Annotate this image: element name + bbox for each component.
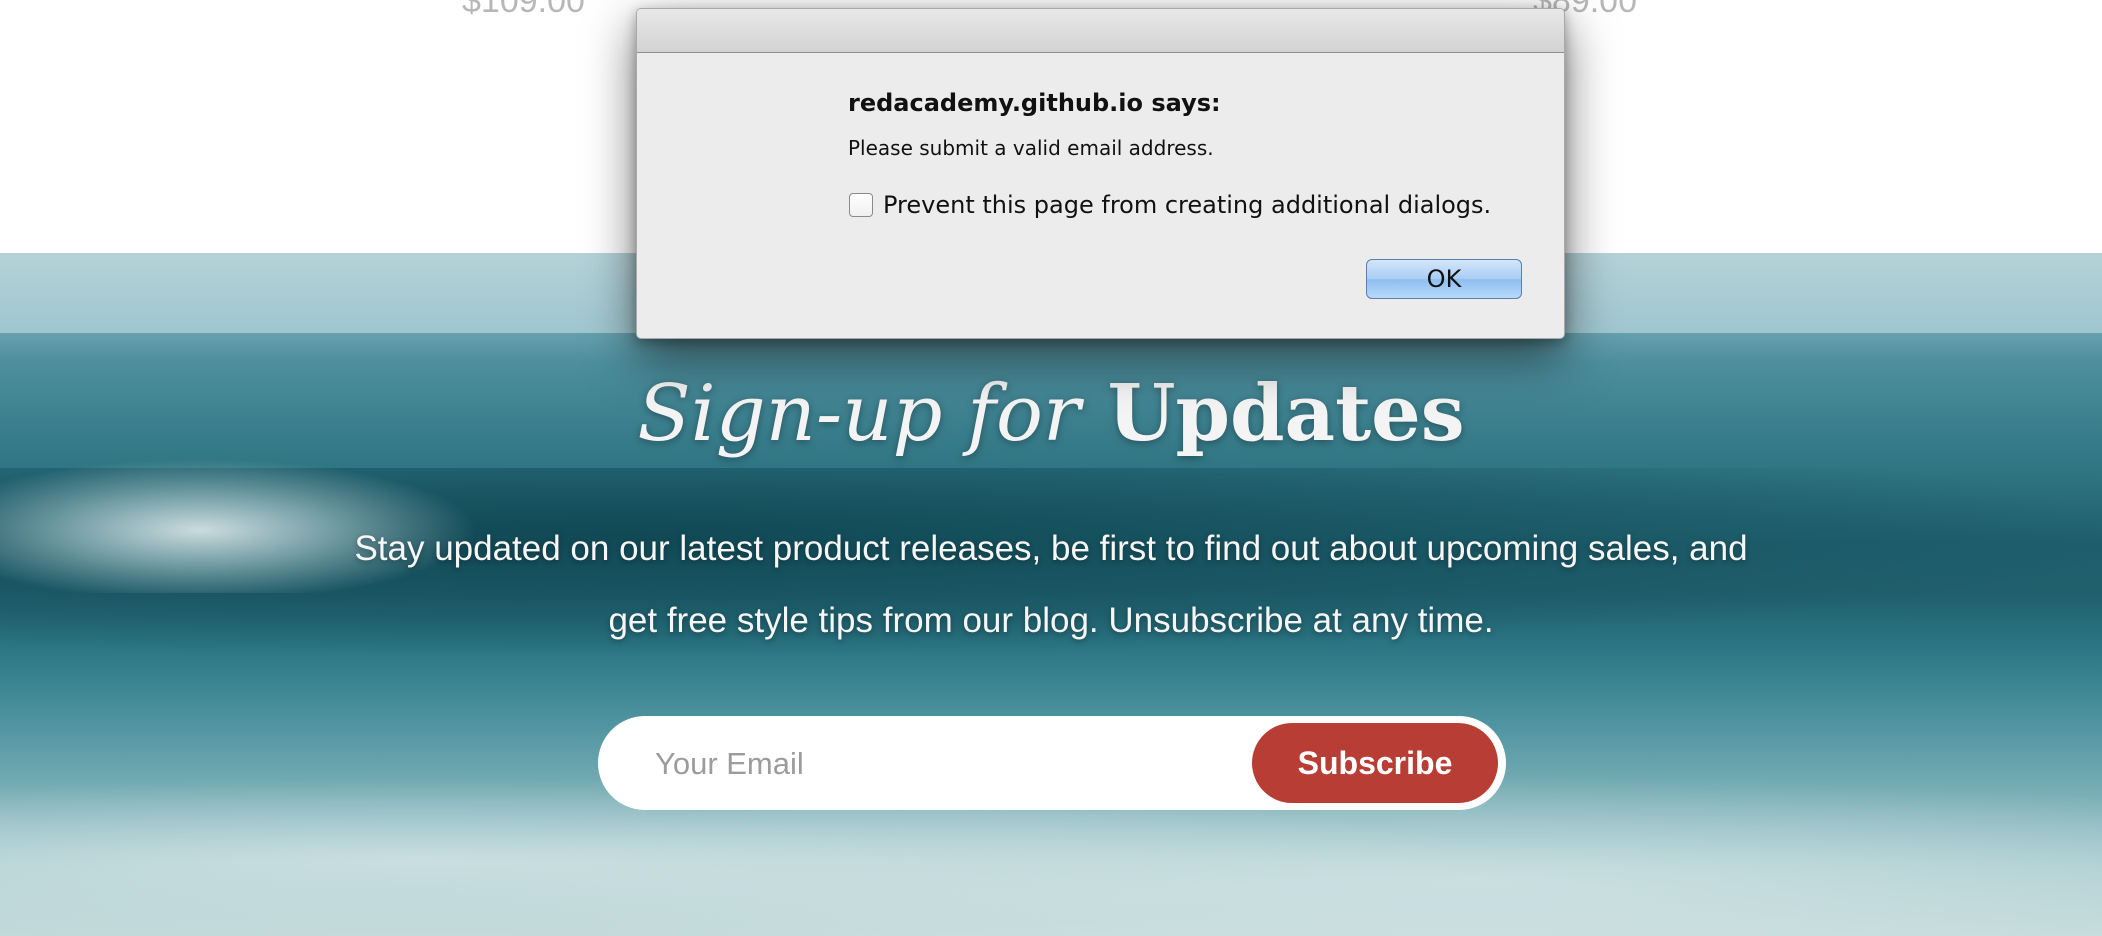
prevent-dialogs-row[interactable]: Prevent this page from creating addition… [849, 190, 1491, 220]
dialog-message: Please submit a valid email address. [848, 136, 1214, 160]
dialog-titlebar[interactable] [637, 9, 1564, 53]
signup-description: Stay updated on our latest product relea… [354, 529, 1748, 640]
product-price: $109.00 [462, 0, 585, 20]
signup-title-bold: Updates [1107, 368, 1465, 459]
ok-button[interactable]: OK [1366, 259, 1522, 299]
alert-dialog: redacademy.github.io says: Please submit… [636, 8, 1565, 339]
signup-title-light: Sign-up for [637, 369, 1081, 459]
signup-form: Subscribe [598, 716, 1506, 810]
subscribe-button[interactable]: Subscribe [1252, 723, 1498, 803]
dialog-heading: redacademy.github.io says: [848, 89, 1221, 117]
prevent-dialogs-checkbox[interactable] [849, 193, 873, 217]
signup-section: Sign-up for Updates Stay updated on our … [0, 253, 2102, 936]
prevent-dialogs-label[interactable]: Prevent this page from creating addition… [883, 191, 1491, 219]
email-field[interactable] [653, 733, 1217, 795]
signup-title: Sign-up for Updates [0, 368, 2102, 459]
